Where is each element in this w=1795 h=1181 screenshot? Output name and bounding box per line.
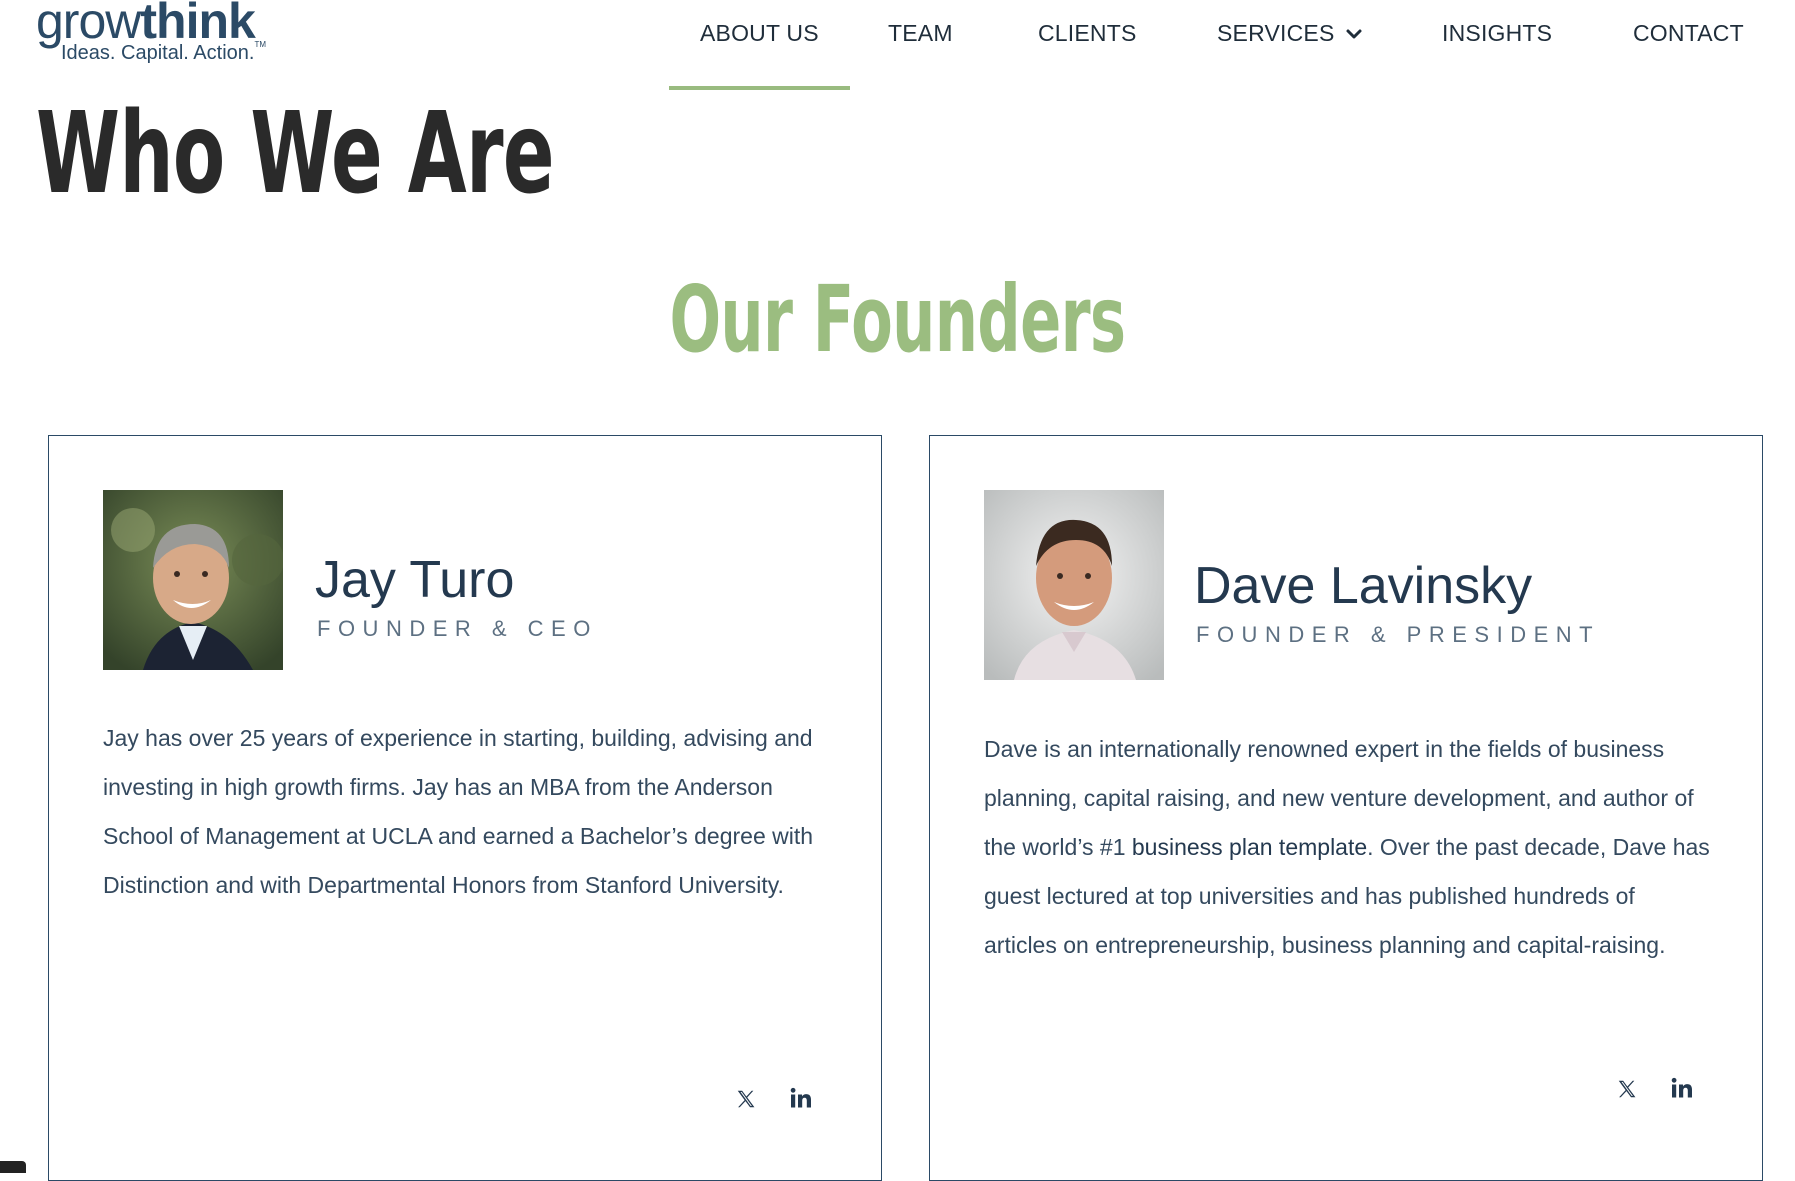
nav-about-us[interactable]: ABOUT US [669,20,850,90]
x-icon[interactable] [1616,1078,1638,1100]
founder-bio: Jay has over 25 years of experience in s… [103,725,814,898]
logo-wordmark: growthink [36,0,256,49]
founder-role: FOUNDER & PRESIDENT [1196,622,1601,647]
linkedin-icon[interactable] [1670,1076,1694,1100]
founder-name: Dave Lavinsky [1194,557,1533,615]
nav-clients[interactable]: CLIENTS [1038,20,1137,47]
founder-card-jay: Jay Turo FOUNDER & CEO Jay has over 25 y… [48,435,882,1181]
business-plan-template-link[interactable]: business plan template [1132,834,1367,860]
page-title: Who We Are [36,89,555,219]
avatar-dave-lavinsky [984,490,1164,680]
nav-contact[interactable]: CONTACT [1633,20,1744,47]
nav-services[interactable]: SERVICES [1217,20,1363,47]
nav-insights[interactable]: INSIGHTS [1442,20,1552,47]
main-nav: ABOUT US TEAM CLIENTS SERVICES INSIGHTS … [650,0,1795,92]
founder-bio: Dave is an internationally renowned expe… [984,725,1714,970]
growthink-logo[interactable]: growthink Ideas. Capital. Action.TM [36,0,266,69]
nav-services-label: SERVICES [1217,20,1335,46]
x-icon[interactable] [735,1088,757,1110]
founder-card-dave: Dave Lavinsky FOUNDER & PRESIDENT Dave i… [929,435,1763,1181]
chevron-down-icon [1345,22,1363,40]
nav-team[interactable]: TEAM [888,20,953,47]
section-title-text: Our Founders [669,266,1127,373]
founder-name: Jay Turo [315,551,515,609]
corner-widget[interactable] [0,1161,26,1173]
section-title: Our Founders [0,274,1795,366]
logo-tagline: Ideas. Capital. Action.TM [61,40,267,64]
linkedin-icon[interactable] [789,1086,813,1110]
founder-role: FOUNDER & CEO [317,616,598,641]
avatar-jay-turo [103,490,283,670]
